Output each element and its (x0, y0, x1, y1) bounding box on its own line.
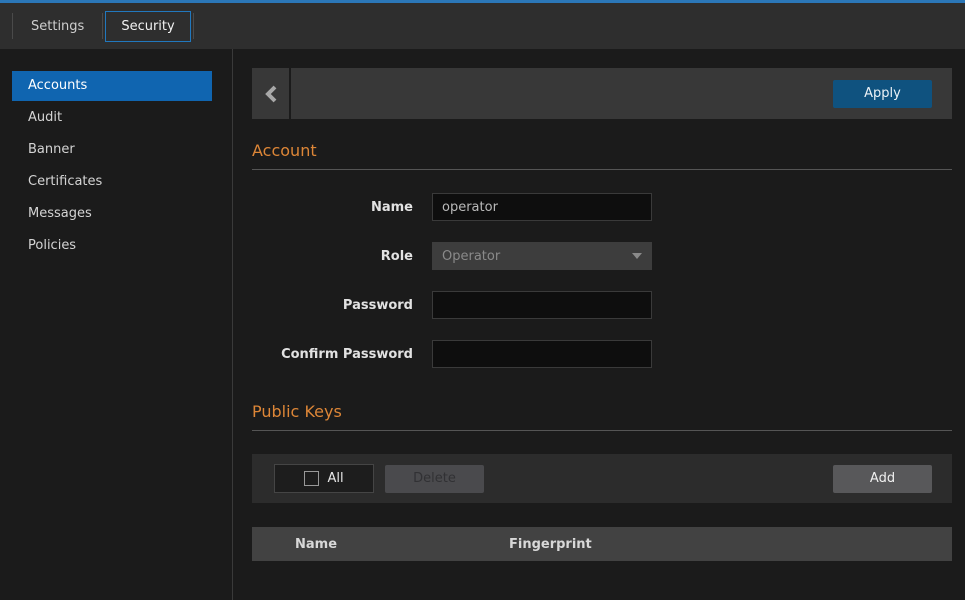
password-label: Password (252, 298, 413, 313)
select-all-checkbox[interactable] (304, 471, 319, 486)
delete-button[interactable]: Delete (385, 465, 484, 493)
public-keys-toolbar: All Delete Add (252, 454, 952, 503)
name-row: Name (252, 193, 952, 221)
sidebar: Accounts Audit Banner Certificates Messa… (0, 49, 233, 600)
top-tab-bar: Settings Security (0, 3, 965, 49)
tab-settings[interactable]: Settings (15, 11, 100, 42)
toolbar-divider (289, 68, 291, 119)
tab-security[interactable]: Security (105, 11, 190, 42)
sidebar-item-banner[interactable]: Banner (12, 135, 212, 165)
public-keys-table: Name Fingerprint (252, 527, 952, 561)
select-all-label: All (327, 471, 343, 486)
sidebar-item-policies[interactable]: Policies (12, 231, 212, 261)
sidebar-item-audit[interactable]: Audit (12, 103, 212, 133)
action-toolbar: Apply (252, 68, 952, 119)
sidebar-item-certificates[interactable]: Certificates (12, 167, 212, 197)
confirm-password-input[interactable] (432, 340, 652, 368)
public-keys-section-title: Public Keys (252, 402, 952, 431)
select-all-button[interactable]: All (274, 464, 374, 493)
tab-divider (102, 13, 103, 39)
confirm-password-label: Confirm Password (252, 347, 413, 362)
chevron-left-icon (265, 85, 277, 103)
sidebar-item-messages[interactable]: Messages (12, 199, 212, 229)
apply-button[interactable]: Apply (833, 80, 932, 108)
password-row: Password (252, 291, 952, 319)
role-select-value: Operator (442, 249, 632, 264)
add-button[interactable]: Add (833, 465, 932, 493)
tab-divider (193, 13, 194, 39)
name-input[interactable] (432, 193, 652, 221)
back-button[interactable] (252, 68, 289, 119)
role-row: Role Operator (252, 242, 952, 270)
account-section: Account Name Role Operator (252, 141, 952, 368)
confirm-password-row: Confirm Password (252, 340, 952, 368)
chevron-down-icon (632, 253, 642, 259)
account-form: Name Role Operator (252, 193, 952, 368)
account-section-title: Account (252, 141, 952, 170)
column-header-name: Name (252, 537, 509, 552)
column-header-fingerprint: Fingerprint (509, 537, 952, 552)
main-panel: Apply Account Name Role (233, 49, 965, 600)
role-select[interactable]: Operator (432, 242, 652, 270)
role-label: Role (252, 249, 413, 264)
password-input[interactable] (432, 291, 652, 319)
public-keys-section: Public Keys All Delete Add Name Fingerpr… (252, 402, 952, 561)
public-keys-table-header: Name Fingerprint (252, 527, 952, 561)
sidebar-item-accounts[interactable]: Accounts (12, 71, 212, 101)
tab-divider (12, 13, 13, 39)
name-label: Name (252, 200, 413, 215)
